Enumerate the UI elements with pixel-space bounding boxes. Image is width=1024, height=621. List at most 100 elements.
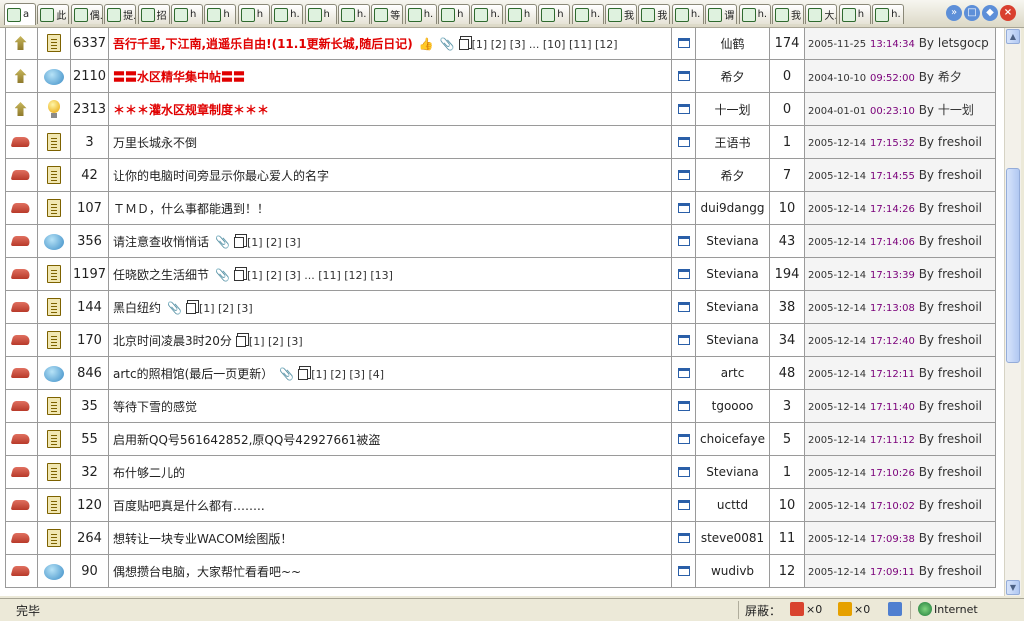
browser-tab[interactable]: 我: [638, 4, 671, 24]
page-links[interactable]: [1] [2] [3]: [249, 335, 303, 348]
thread-title-link[interactable]: 百度贴吧真是什么都有……..: [113, 499, 265, 513]
last-poster-link[interactable]: freshoil: [938, 201, 982, 215]
new-window-icon[interactable]: [677, 368, 690, 378]
browser-tab[interactable]: h.: [738, 4, 771, 24]
thread-title-link[interactable]: artc的照相馆(最后一页更新）: [113, 367, 273, 381]
browser-tab[interactable]: h.: [471, 4, 504, 24]
browser-tab[interactable]: h.: [271, 4, 304, 24]
browser-tab[interactable]: 提.: [104, 4, 137, 24]
browser-tab[interactable]: 大.: [805, 4, 838, 24]
vertical-scrollbar[interactable]: ▲ ▼: [1004, 28, 1021, 596]
thread-title-link[interactable]: ＊＊＊灌水区规章制度＊＊＊: [113, 103, 269, 117]
browser-tab[interactable]: h: [538, 4, 571, 24]
last-poster-link[interactable]: freshoil: [938, 333, 982, 347]
author-link[interactable]: Steviana: [706, 234, 758, 248]
browser-tab[interactable]: a: [4, 3, 36, 25]
browser-tab[interactable]: h.: [671, 4, 704, 24]
last-poster-link[interactable]: freshoil: [938, 366, 982, 380]
author-link[interactable]: steve0081: [701, 531, 764, 545]
security-icon[interactable]: [888, 602, 902, 616]
author-link[interactable]: Steviana: [706, 333, 758, 347]
browser-tab[interactable]: h: [504, 4, 537, 24]
tab-list-icon[interactable]: »: [946, 5, 962, 21]
author-link[interactable]: 希夕: [720, 169, 744, 183]
last-poster-link[interactable]: freshoil: [938, 168, 982, 182]
new-window-icon[interactable]: [677, 170, 690, 180]
thread-title-link[interactable]: 万里长城永不倒: [113, 136, 197, 150]
author-link[interactable]: 十一划: [714, 103, 750, 117]
new-window-icon[interactable]: [677, 104, 690, 114]
last-poster-link[interactable]: freshoil: [938, 432, 982, 446]
browser-tab[interactable]: h: [204, 4, 237, 24]
last-poster-link[interactable]: freshoil: [938, 399, 982, 413]
scroll-down-button[interactable]: ▼: [1006, 580, 1020, 595]
browser-tab[interactable]: h: [237, 4, 270, 24]
author-link[interactable]: Steviana: [706, 465, 758, 479]
new-window-icon[interactable]: [677, 236, 690, 246]
new-window-icon[interactable]: [677, 302, 690, 312]
pin-icon[interactable]: ◆: [982, 5, 998, 21]
thread-title-link[interactable]: 启用新QQ号561642852,原QQ号42927661被盗: [113, 433, 380, 447]
last-poster-link[interactable]: freshoil: [938, 267, 982, 281]
scroll-up-button[interactable]: ▲: [1006, 29, 1020, 44]
close-tab-icon[interactable]: ×: [1000, 5, 1016, 21]
new-window-icon[interactable]: [677, 137, 690, 147]
thread-title-link[interactable]: ＴＭＤ，什么事都能遇到！！: [113, 202, 269, 216]
thread-title-link[interactable]: 任晓欧之生活细节: [113, 268, 209, 282]
browser-tab[interactable]: 招: [137, 4, 170, 24]
author-link[interactable]: wudivb: [711, 564, 754, 578]
last-poster-link[interactable]: freshoil: [938, 531, 982, 545]
new-window-icon[interactable]: [677, 38, 690, 48]
page-links[interactable]: [1] [2] [3] ... [11] [12] [13]: [247, 269, 393, 282]
browser-tab[interactable]: 谓: [705, 4, 738, 24]
new-window-icon[interactable]: [677, 533, 690, 543]
browser-tab[interactable]: h.: [571, 4, 604, 24]
new-window-icon[interactable]: [677, 335, 690, 345]
page-links[interactable]: [1] [2] [3] [4]: [311, 368, 384, 381]
restore-icon[interactable]: □: [964, 5, 980, 21]
browser-tab[interactable]: h: [838, 4, 871, 24]
author-link[interactable]: ucttd: [717, 498, 748, 512]
page-links[interactable]: [1] [2] [3]: [247, 236, 301, 249]
browser-tab[interactable]: h: [304, 4, 337, 24]
author-link[interactable]: 希夕: [720, 70, 744, 84]
new-window-icon[interactable]: [677, 203, 690, 213]
browser-tab[interactable]: h.: [872, 4, 905, 24]
thread-title-link[interactable]: 黑白纽约: [113, 301, 161, 315]
browser-tab[interactable]: h: [438, 4, 471, 24]
last-poster-link[interactable]: letsgocp: [938, 36, 989, 50]
last-poster-link[interactable]: freshoil: [938, 135, 982, 149]
thread-title-link[interactable]: 〓〓水区精华集中帖〓〓: [113, 70, 245, 84]
browser-tab[interactable]: h: [170, 4, 203, 24]
last-poster-link[interactable]: freshoil: [938, 564, 982, 578]
author-link[interactable]: Steviana: [706, 267, 758, 281]
last-poster-link[interactable]: freshoil: [938, 465, 982, 479]
browser-tab[interactable]: 此: [37, 4, 70, 24]
author-link[interactable]: Steviana: [706, 300, 758, 314]
author-link[interactable]: choicefaye: [700, 432, 765, 446]
last-poster-link[interactable]: 希夕: [938, 70, 962, 84]
last-poster-link[interactable]: 十一划: [938, 103, 974, 117]
scrollbar-thumb[interactable]: [1006, 168, 1020, 363]
popup-blocker[interactable]: ×0: [790, 602, 822, 616]
author-link[interactable]: 仙鹤: [720, 37, 744, 51]
thread-title-link[interactable]: 等待下雪的感觉: [113, 400, 197, 414]
browser-tab[interactable]: 等: [371, 4, 404, 24]
new-window-icon[interactable]: [677, 467, 690, 477]
author-link[interactable]: dui9dangg: [700, 201, 764, 215]
thread-title-link[interactable]: 布什够二儿的: [113, 466, 185, 480]
thread-title-link[interactable]: 让你的电脑时间旁显示你最心爱人的名字: [113, 169, 329, 183]
browser-tab[interactable]: 偶.: [70, 4, 103, 24]
page-links[interactable]: [1] [2] [3] ... [10] [11] [12]: [472, 38, 618, 51]
thread-title-link[interactable]: 请注意查收悄悄话: [113, 235, 209, 249]
new-window-icon[interactable]: [677, 500, 690, 510]
last-poster-link[interactable]: freshoil: [938, 234, 982, 248]
browser-tab[interactable]: 我: [605, 4, 638, 24]
author-link[interactable]: tgoooo: [712, 399, 754, 413]
thread-title-link[interactable]: 想转让一块专业WACOM绘图版！: [113, 532, 292, 546]
thread-title-link[interactable]: 北京时间凌晨3时20分: [113, 334, 232, 348]
last-poster-link[interactable]: freshoil: [938, 300, 982, 314]
author-link[interactable]: 王语书: [714, 136, 750, 150]
new-window-icon[interactable]: [677, 566, 690, 576]
flash-blocker[interactable]: ×0: [838, 602, 870, 616]
